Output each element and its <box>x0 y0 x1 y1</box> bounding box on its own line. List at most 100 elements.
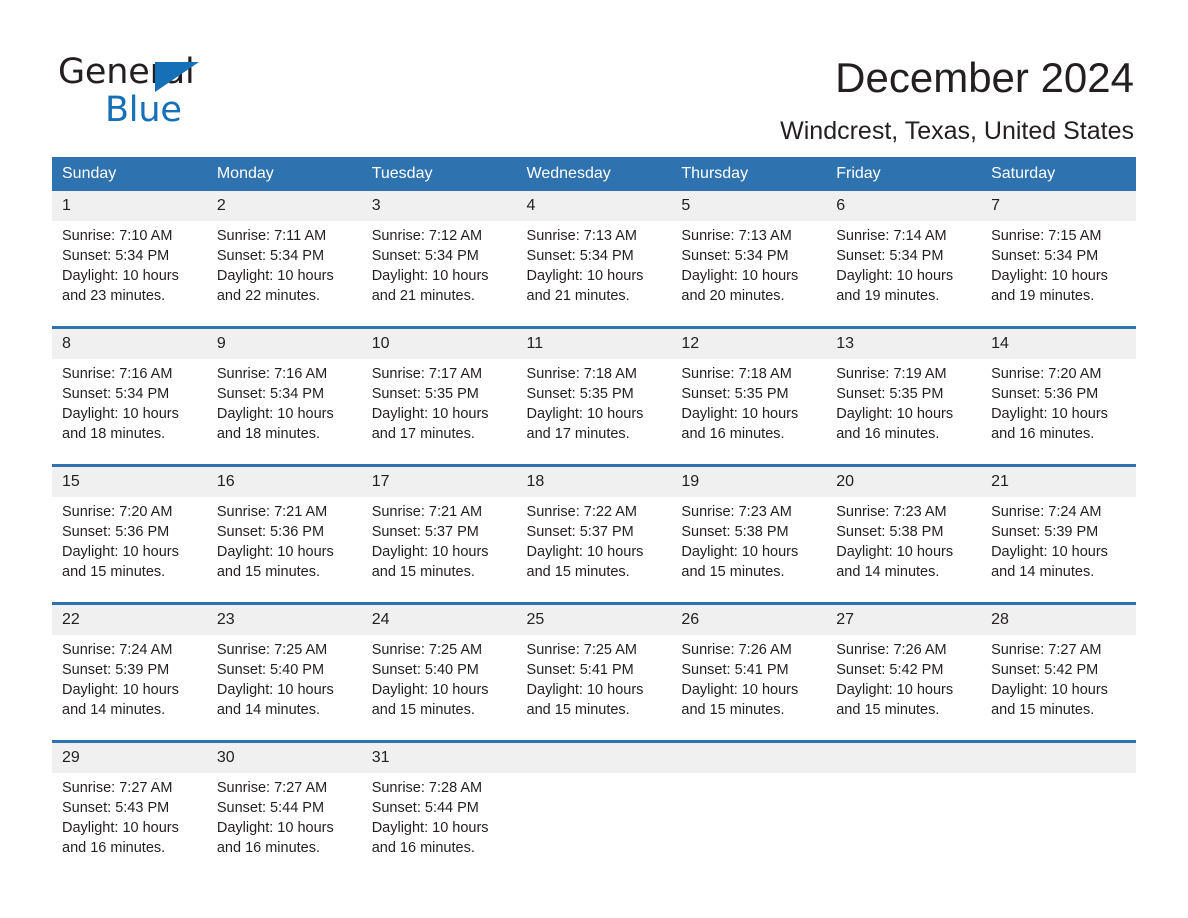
daylight-text-line2: and 14 minutes. <box>991 564 1095 580</box>
day-number-empty <box>981 740 1136 773</box>
day-cell[interactable]: Sunrise: 7:12 AM Sunset: 5:34 PM Dayligh… <box>361 221 517 328</box>
day-number[interactable]: 5 <box>671 191 827 221</box>
day-cell[interactable]: Sunrise: 7:16 AM Sunset: 5:34 PM Dayligh… <box>206 359 362 466</box>
day-cell[interactable]: Sunrise: 7:20 AM Sunset: 5:36 PM Dayligh… <box>981 359 1136 466</box>
day-number[interactable]: 23 <box>206 602 362 635</box>
day-number[interactable]: 22 <box>52 602 207 635</box>
day-number[interactable]: 18 <box>516 464 672 497</box>
day-cell[interactable]: Sunrise: 7:25 AM Sunset: 5:40 PM Dayligh… <box>206 635 362 742</box>
daylight-text-line2: and 18 minutes. <box>216 426 321 442</box>
week-row-details: Sunrise: 7:20 AM Sunset: 5:36 PM Dayligh… <box>52 497 1136 604</box>
week-row-daynumbers: 8 9 10 11 12 13 14 <box>52 326 1136 359</box>
sunrise-text: Sunrise: 7:27 AM <box>991 642 1102 658</box>
day-number[interactable]: 7 <box>981 191 1136 221</box>
week-row-details: Sunrise: 7:16 AM Sunset: 5:34 PM Dayligh… <box>52 359 1136 466</box>
day-cell[interactable]: Sunrise: 7:26 AM Sunset: 5:41 PM Dayligh… <box>671 635 827 742</box>
sunrise-text: Sunrise: 7:23 AM <box>681 504 792 520</box>
day-cell[interactable]: Sunrise: 7:10 AM Sunset: 5:34 PM Dayligh… <box>52 221 207 328</box>
day-number[interactable]: 12 <box>671 326 827 359</box>
day-cell[interactable]: Sunrise: 7:27 AM Sunset: 5:43 PM Dayligh… <box>52 773 207 878</box>
day-number[interactable]: 24 <box>361 602 517 635</box>
sunrise-text: Sunrise: 7:26 AM <box>836 642 947 658</box>
day-cell[interactable]: Sunrise: 7:14 AM Sunset: 5:34 PM Dayligh… <box>826 221 982 328</box>
day-number[interactable]: 11 <box>516 326 672 359</box>
day-number[interactable]: 13 <box>826 326 982 359</box>
day-number[interactable]: 17 <box>361 464 517 497</box>
day-cell[interactable]: Sunrise: 7:19 AM Sunset: 5:35 PM Dayligh… <box>826 359 982 466</box>
day-cell[interactable]: Sunrise: 7:18 AM Sunset: 5:35 PM Dayligh… <box>516 359 672 466</box>
sunrise-text: Sunrise: 7:13 AM <box>681 228 792 244</box>
day-cell[interactable]: Sunrise: 7:23 AM Sunset: 5:38 PM Dayligh… <box>671 497 827 604</box>
day-number[interactable]: 31 <box>361 740 517 773</box>
daylight-text-line2: and 21 minutes. <box>526 288 630 304</box>
day-number[interactable]: 6 <box>826 191 982 221</box>
day-cell[interactable]: Sunrise: 7:25 AM Sunset: 5:41 PM Dayligh… <box>516 635 672 742</box>
day-cell[interactable]: Sunrise: 7:24 AM Sunset: 5:39 PM Dayligh… <box>981 497 1136 604</box>
day-number[interactable]: 8 <box>52 326 207 359</box>
sunset-text: Sunset: 5:34 PM <box>62 386 170 402</box>
daylight-text-line1: Daylight: 10 hours <box>681 406 799 422</box>
day-cell[interactable]: Sunrise: 7:28 AM Sunset: 5:44 PM Dayligh… <box>361 773 517 878</box>
day-number[interactable]: 29 <box>52 740 207 773</box>
day-cell[interactable]: Sunrise: 7:26 AM Sunset: 5:42 PM Dayligh… <box>826 635 982 742</box>
daylight-text-line1: Daylight: 10 hours <box>836 268 954 284</box>
weekday-header-wednesday: Wednesday <box>516 157 672 191</box>
sunset-text: Sunset: 5:41 PM <box>526 662 634 678</box>
weekday-header-sunday: Sunday <box>52 157 207 191</box>
daylight-text-line1: Daylight: 10 hours <box>216 268 334 284</box>
day-number[interactable]: 16 <box>206 464 362 497</box>
daylight-text-line1: Daylight: 10 hours <box>371 406 489 422</box>
day-number[interactable]: 20 <box>826 464 982 497</box>
general-blue-logo[interactable]: General Blue <box>58 52 318 130</box>
daylight-text-line2: and 16 minutes. <box>216 840 321 856</box>
sunrise-text: Sunrise: 7:10 AM <box>62 228 173 244</box>
day-cell[interactable]: Sunrise: 7:24 AM Sunset: 5:39 PM Dayligh… <box>52 635 207 742</box>
day-cell[interactable]: Sunrise: 7:16 AM Sunset: 5:34 PM Dayligh… <box>52 359 207 466</box>
day-number[interactable]: 25 <box>516 602 672 635</box>
sunrise-text: Sunrise: 7:25 AM <box>526 642 637 658</box>
sunrise-text: Sunrise: 7:24 AM <box>991 504 1102 520</box>
day-number[interactable]: 10 <box>361 326 517 359</box>
day-cell[interactable]: Sunrise: 7:20 AM Sunset: 5:36 PM Dayligh… <box>52 497 207 604</box>
day-cell[interactable]: Sunrise: 7:13 AM Sunset: 5:34 PM Dayligh… <box>516 221 672 328</box>
day-number[interactable]: 3 <box>361 191 517 221</box>
sunset-text: Sunset: 5:35 PM <box>526 386 634 402</box>
daylight-text-line1: Daylight: 10 hours <box>216 544 334 560</box>
day-number[interactable]: 9 <box>206 326 362 359</box>
day-number[interactable]: 27 <box>826 602 982 635</box>
day-cell[interactable]: Sunrise: 7:17 AM Sunset: 5:35 PM Dayligh… <box>361 359 517 466</box>
day-cell[interactable]: Sunrise: 7:22 AM Sunset: 5:37 PM Dayligh… <box>516 497 672 604</box>
day-number[interactable]: 19 <box>671 464 827 497</box>
day-number[interactable]: 1 <box>52 191 207 221</box>
sunset-text: Sunset: 5:38 PM <box>836 524 944 540</box>
day-number[interactable]: 30 <box>206 740 362 773</box>
day-number[interactable]: 14 <box>981 326 1136 359</box>
day-cell[interactable]: Sunrise: 7:27 AM Sunset: 5:44 PM Dayligh… <box>206 773 362 878</box>
day-cell[interactable]: Sunrise: 7:23 AM Sunset: 5:38 PM Dayligh… <box>826 497 982 604</box>
day-cell[interactable]: Sunrise: 7:25 AM Sunset: 5:40 PM Dayligh… <box>361 635 517 742</box>
sunset-text: Sunset: 5:34 PM <box>836 248 944 264</box>
day-cell[interactable]: Sunrise: 7:15 AM Sunset: 5:34 PM Dayligh… <box>981 221 1136 328</box>
day-cell[interactable]: Sunrise: 7:27 AM Sunset: 5:42 PM Dayligh… <box>981 635 1136 742</box>
sunrise-text: Sunrise: 7:28 AM <box>371 780 483 796</box>
daylight-text-line1: Daylight: 10 hours <box>681 682 799 698</box>
day-number[interactable]: 26 <box>671 602 827 635</box>
daylight-text-line2: and 16 minutes. <box>991 426 1095 442</box>
day-cell[interactable]: Sunrise: 7:21 AM Sunset: 5:37 PM Dayligh… <box>361 497 517 604</box>
sunrise-text: Sunrise: 7:24 AM <box>62 642 173 658</box>
daylight-text-line1: Daylight: 10 hours <box>371 544 489 560</box>
week-row-details: Sunrise: 7:10 AM Sunset: 5:34 PM Dayligh… <box>52 221 1136 328</box>
sunset-text: Sunset: 5:42 PM <box>836 662 944 678</box>
day-cell[interactable]: Sunrise: 7:11 AM Sunset: 5:34 PM Dayligh… <box>206 221 362 328</box>
sunrise-text: Sunrise: 7:20 AM <box>62 504 173 520</box>
day-number[interactable]: 4 <box>516 191 672 221</box>
day-number[interactable]: 2 <box>206 191 362 221</box>
day-cell[interactable]: Sunrise: 7:13 AM Sunset: 5:34 PM Dayligh… <box>671 221 827 328</box>
day-number[interactable]: 21 <box>981 464 1136 497</box>
day-cell[interactable]: Sunrise: 7:21 AM Sunset: 5:36 PM Dayligh… <box>206 497 362 604</box>
day-number[interactable]: 15 <box>52 464 207 497</box>
day-number[interactable]: 28 <box>981 602 1136 635</box>
sunrise-text: Sunrise: 7:27 AM <box>216 780 328 796</box>
sunrise-text: Sunrise: 7:17 AM <box>371 366 483 382</box>
day-cell[interactable]: Sunrise: 7:18 AM Sunset: 5:35 PM Dayligh… <box>671 359 827 466</box>
